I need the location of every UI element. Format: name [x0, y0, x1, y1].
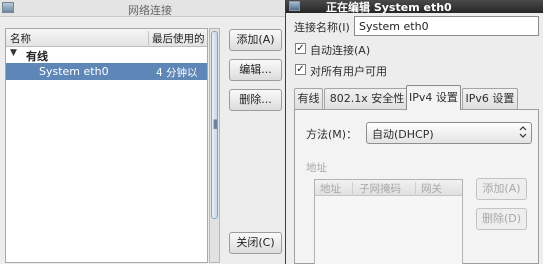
connection-name: System eth0 [39, 65, 109, 78]
network-connections-window: 网络连接 名称 最后使用的 ▼ 有线 System eth0 4 分钟以前 ▪ ▪… [0, 0, 300, 264]
add-button[interactable]: 添加(A) [229, 29, 282, 51]
grip-icon: ▪ ▪ ▪ [213, 117, 218, 131]
titlebar: 网络连接 [0, 0, 300, 17]
column-header-address: 地址 [320, 183, 341, 195]
method-select[interactable]: 自动(DHCP) [366, 122, 532, 144]
window-title: 网络连接 [128, 4, 172, 17]
updown-arrow-icon [519, 125, 527, 142]
triangle-down-icon[interactable]: ▼ [10, 48, 17, 58]
edit-button[interactable]: 编辑... [229, 59, 282, 81]
tab-ipv4-settings[interactable]: IPv4 设置 [406, 85, 461, 110]
dialog-titlebar: 正在编辑 System eth0 [286, 0, 543, 14]
dialog-title: 正在编辑 System eth0 [326, 1, 452, 14]
column-divider [148, 31, 149, 45]
addresses-table[interactable]: 地址 子网掩码 网关 [314, 179, 463, 264]
addresses-section-label: 地址 [306, 162, 327, 174]
column-header-netmask: 子网掩码 [359, 183, 401, 195]
delete-address-button[interactable]: 删除(D) [476, 208, 527, 230]
edit-connection-dialog: 正在编辑 System eth0 连接名称(I) ✓ 自动连接(A) ✓ 对所有… [285, 0, 543, 264]
all-users-label: 对所有用户可用 [310, 65, 387, 78]
connection-last-used: 4 分钟以前 [156, 67, 198, 94]
close-button[interactable]: 关闭(C) [229, 232, 282, 254]
column-divider [415, 182, 416, 194]
all-users-checkbox[interactable]: ✓ [295, 64, 306, 75]
tab-ipv6-settings[interactable]: IPv6 设置 [462, 88, 518, 110]
autoconnect-checkbox[interactable]: ✓ [295, 43, 306, 54]
ipv4-settings-page: 方法(M)： 自动(DHCP) 地址 地址 子网掩码 网关 添加(A) 删除(D… [294, 109, 539, 264]
column-header-last-used[interactable]: 最后使用的 [152, 31, 205, 46]
method-value: 自动(DHCP) [372, 128, 434, 141]
list-header: 名称 最后使用的 [6, 29, 207, 47]
column-header-name[interactable]: 名称 [10, 31, 31, 46]
tab-8021x-security[interactable]: 802.1x 安全性 [324, 88, 410, 110]
autoconnect-label: 自动连接(A) [310, 44, 371, 57]
column-divider [352, 182, 353, 194]
connection-list[interactable]: 名称 最后使用的 ▼ 有线 System eth0 4 分钟以前 [5, 28, 208, 263]
tab-wired[interactable]: 有线 [294, 88, 323, 110]
addresses-table-header: 地址 子网掩码 网关 [315, 180, 462, 196]
connection-name-label: 连接名称(I) [294, 21, 350, 34]
group-row-wired[interactable]: ▼ 有线 [6, 47, 207, 63]
list-item[interactable]: System eth0 4 分钟以前 [6, 63, 207, 94]
method-label: 方法(M)： [306, 128, 358, 141]
column-header-gateway: 网关 [421, 183, 442, 195]
add-address-button[interactable]: 添加(A) [476, 178, 527, 200]
group-label: 有线 [26, 50, 48, 63]
list-scrollbar[interactable]: ▪ ▪ ▪ [209, 28, 220, 263]
delete-button[interactable]: 删除... [229, 89, 282, 111]
settings-tabs: 有线 802.1x 安全性 IPv4 设置 IPv6 设置 [294, 85, 542, 110]
network-app-icon [289, 1, 300, 11]
connection-name-input[interactable] [354, 16, 539, 36]
scrollbar-thumb[interactable]: ▪ ▪ ▪ [211, 31, 218, 219]
